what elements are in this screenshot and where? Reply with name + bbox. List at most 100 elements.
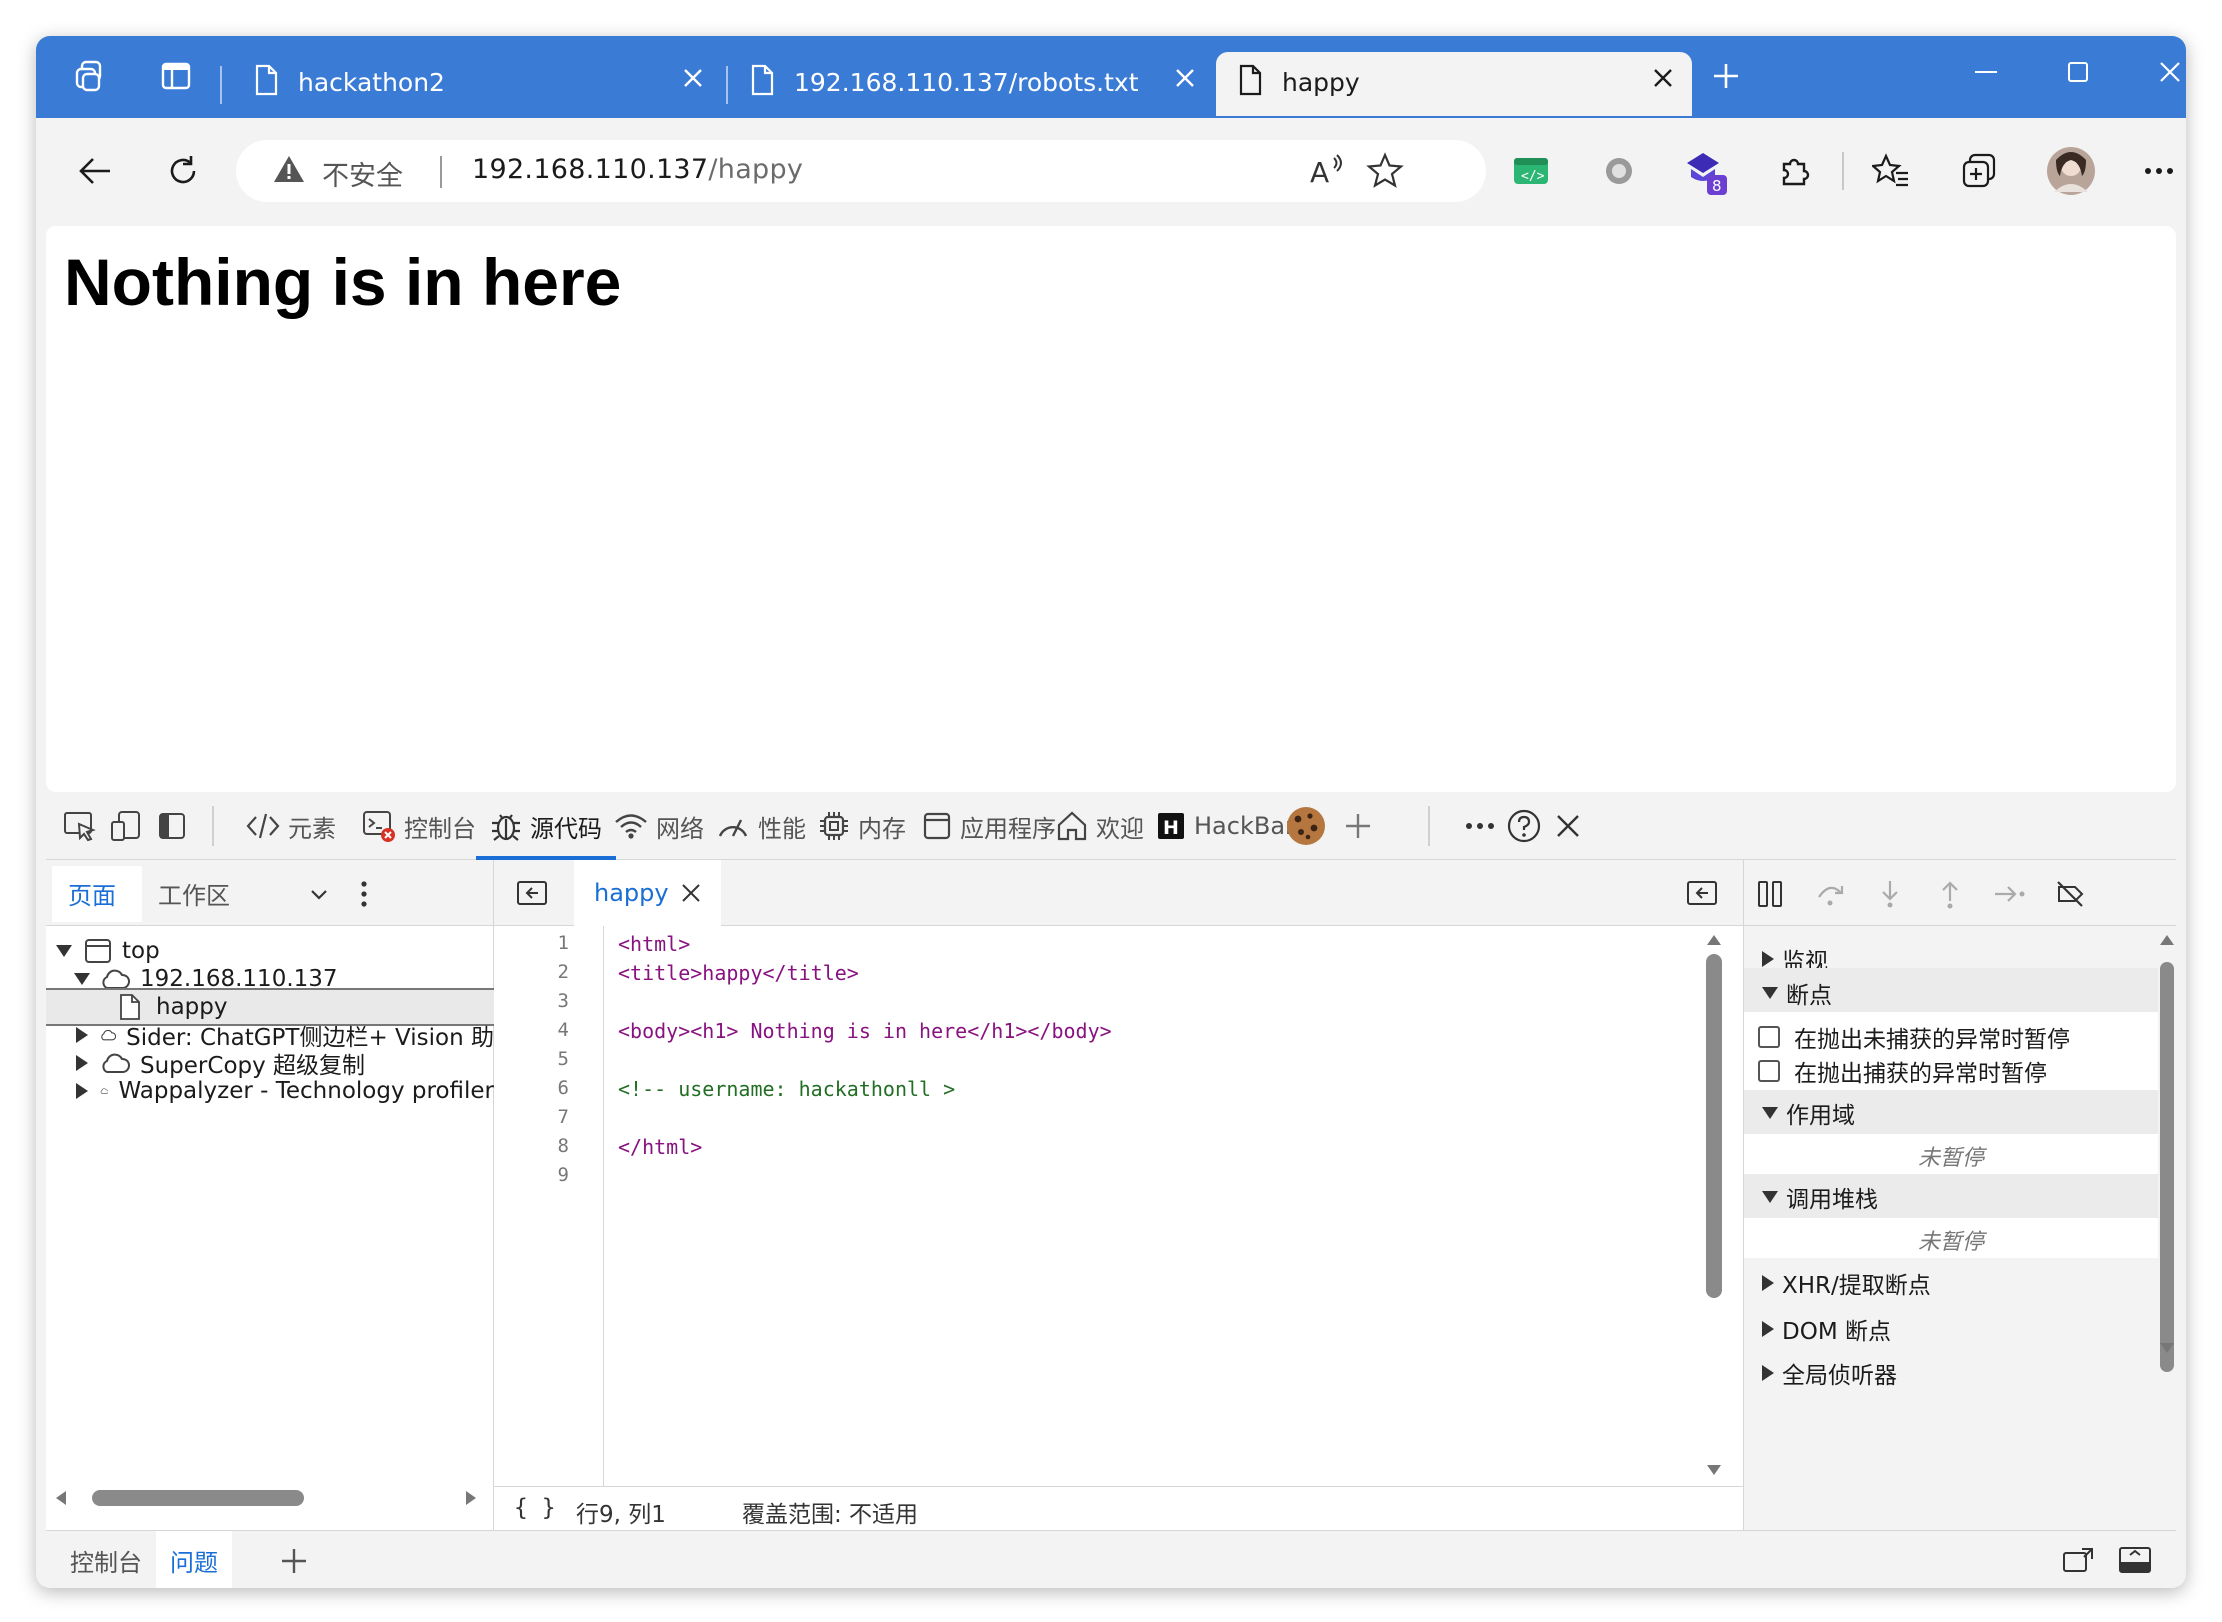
line-number[interactable]: 8 [558,1135,569,1157]
vertical-scrollbar[interactable] [1706,954,1722,1298]
close-devtools-icon[interactable] [1546,804,1590,848]
extensions-puzzle-icon[interactable] [1766,142,1824,200]
global-listeners-section[interactable]: 全局侦听器 [1762,1356,1897,1390]
tab-hackbar[interactable]: H HackBar [1156,792,1295,860]
code-line[interactable]: <html> [618,932,690,956]
pause-caught-checkbox[interactable] [1758,1060,1780,1082]
code-line[interactable]: </html> [618,1135,702,1159]
collections-icon[interactable] [1950,142,2008,200]
url-text[interactable]: 192.168.110.137/happy [472,154,803,185]
expand-triangle-icon[interactable] [56,945,72,957]
add-drawer-tab-button[interactable] [280,1547,308,1579]
collapse-triangle-icon[interactable] [76,1055,88,1071]
code-line[interactable]: <title>happy</title> [618,961,859,985]
workspaces-icon[interactable] [72,58,108,94]
tab-sources[interactable]: 源代码 [476,792,616,860]
tree-item-wappalyzer[interactable]: Wappalyzer - Technology profiler [46,1072,494,1110]
close-icon[interactable] [682,66,704,95]
deactivate-breakpoints-icon[interactable] [2048,872,2092,916]
help-icon[interactable] [1502,804,1546,848]
breakpoints-section[interactable]: 断点 [1762,976,1832,1010]
collapse-triangle-icon[interactable] [76,1027,88,1043]
scroll-down-icon[interactable] [1706,1462,1722,1481]
tab-happy[interactable]: happy [1216,52,1692,116]
back-button[interactable] [66,142,124,200]
tab-performance[interactable]: 性能 [716,792,806,860]
tab-elements[interactable]: 元素 [246,792,336,860]
dock-drawer-icon[interactable] [2062,1545,2096,1579]
scope-section[interactable]: 作用域 [1762,1096,1855,1130]
close-icon[interactable] [681,883,701,903]
scroll-down-icon[interactable] [2159,1340,2175,1359]
pause-caught-option[interactable]: 在抛出捕获的异常时暂停 [1758,1054,2047,1088]
scrollbar-thumb[interactable] [2160,962,2174,1372]
code-comment[interactable]: <!-- username: hackathonll > [618,1077,955,1101]
step-out-icon[interactable] [1928,872,1972,916]
collapse-triangle-icon[interactable] [76,1083,88,1099]
favorite-star-icon[interactable] [1366,152,1404,192]
pause-uncaught-checkbox[interactable] [1758,1026,1780,1048]
line-number[interactable]: 2 [558,961,569,983]
more-icon[interactable] [2130,142,2186,200]
inspect-icon[interactable] [58,804,102,848]
more-vertical-icon[interactable] [360,880,368,912]
chevron-down-icon[interactable] [310,886,328,905]
code-line[interactable]: <body><h1> Nothing is in here</h1></body… [618,1019,1112,1043]
extension-code-icon[interactable]: </> [1502,142,1560,200]
pretty-print-button[interactable]: { } [514,1495,556,1521]
file-tab-happy[interactable]: happy [574,860,721,926]
extension-circle-icon[interactable] [1590,142,1648,200]
add-tool-button[interactable] [1336,804,1380,848]
close-icon[interactable] [1652,66,1674,95]
new-tab-button[interactable] [1708,58,1744,94]
line-number[interactable]: 9 [558,1164,569,1186]
cookie-icon[interactable] [1282,804,1330,848]
dom-breakpoints-section[interactable]: DOM 断点 [1762,1312,1891,1346]
tab-memory[interactable]: 内存 [818,792,906,860]
more-tools-icon[interactable] [1458,804,1502,848]
scroll-up-icon[interactable] [1706,932,1722,951]
vertical-tabs-icon[interactable] [158,58,194,94]
refresh-button[interactable] [154,142,212,200]
step-over-icon[interactable] [1808,872,1852,916]
extension-badge-icon[interactable]: 8 [1676,142,1734,200]
tab-robots[interactable]: 192.168.110.137/robots.txt [728,52,1214,116]
tab-application[interactable]: 应用程序 [922,792,1056,860]
tab-network[interactable]: 网络 [614,792,704,860]
line-number[interactable]: 7 [558,1106,569,1128]
tab-welcome[interactable]: 欢迎 [1056,792,1144,860]
vertical-scrollbar[interactable] [2158,926,2176,1530]
xhr-breakpoints-section[interactable]: XHR/提取断点 [1762,1266,1931,1300]
toggle-navigator-icon[interactable] [516,880,548,910]
toggle-debugger-icon[interactable] [1686,880,1718,910]
scroll-right-icon[interactable] [464,1490,478,1510]
warning-icon[interactable] [272,154,306,188]
read-aloud-icon[interactable]: A [1308,152,1348,194]
close-icon[interactable] [1174,66,1196,95]
expand-triangle-icon[interactable] [74,973,90,985]
drawer-tab-issues[interactable]: 问题 [156,1531,232,1588]
close-window-button[interactable] [2140,50,2186,94]
tab-page[interactable]: 页面 [68,876,116,911]
maximize-button[interactable] [2048,50,2108,94]
scroll-up-icon[interactable] [2159,932,2175,951]
step-icon[interactable] [1988,872,2032,916]
favorites-icon[interactable] [1862,142,1920,200]
horizontal-scrollbar[interactable] [92,1490,304,1506]
drawer-tab-console[interactable]: 控制台 [56,1531,156,1588]
device-emulation-icon[interactable] [104,804,148,848]
tab-hackathon2[interactable]: hackathon2 [232,52,722,116]
avatar[interactable] [2042,142,2100,200]
address-bar[interactable]: 不安全 192.168.110.137/happy A [236,140,1486,202]
pause-uncaught-option[interactable]: 在抛出未捕获的异常时暂停 [1758,1020,2070,1054]
step-into-icon[interactable] [1868,872,1912,916]
line-number[interactable]: 4 [558,1019,569,1041]
tab-console[interactable]: 控制台 [362,792,476,860]
security-label[interactable]: 不安全 [322,154,403,193]
line-number[interactable]: 5 [558,1048,569,1070]
dock-side-icon[interactable] [150,804,194,848]
line-number[interactable]: 6 [558,1077,569,1099]
line-number[interactable]: 1 [558,932,569,954]
scroll-left-icon[interactable] [54,1490,68,1510]
pause-icon[interactable] [1748,872,1792,916]
